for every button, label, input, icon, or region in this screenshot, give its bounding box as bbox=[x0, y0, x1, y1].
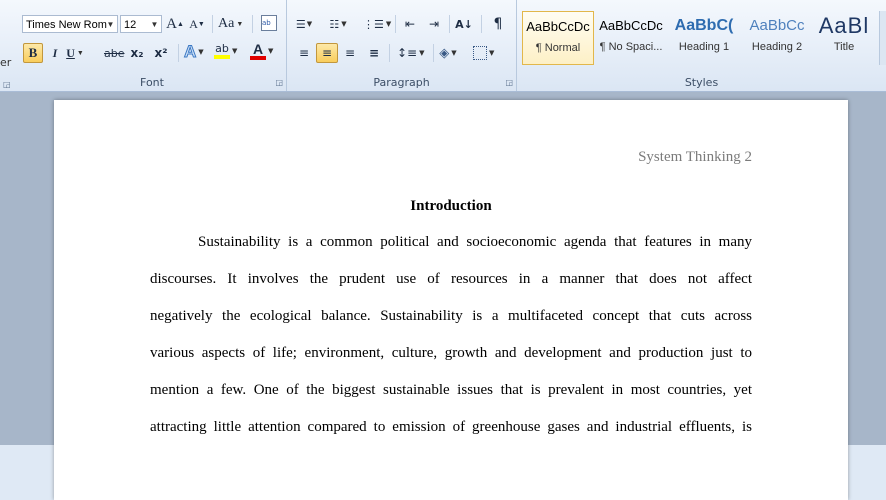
subscript-button[interactable]: x₂ bbox=[128, 43, 146, 63]
separator bbox=[212, 15, 213, 33]
align-center-button[interactable]: ≡ bbox=[316, 43, 338, 63]
style-preview: AaBbC( bbox=[674, 17, 734, 34]
paragraph-group: ☰ ▼ ☷ ▼ ⋮☰ ▼ ⇤ ⇥ A↓ ¶ ≡ ≡ ≡ ≡ ↕≡ ▼ ◈ ▼ ▼… bbox=[287, 0, 517, 91]
separator bbox=[433, 44, 434, 62]
document-heading: Introduction bbox=[410, 198, 492, 214]
style-name: ¶ No Spaci... bbox=[599, 41, 663, 53]
style-name: ¶ Normal bbox=[535, 42, 581, 54]
left-group-launcher[interactable]: ◲ bbox=[3, 80, 11, 89]
sort-button[interactable]: A↓ bbox=[455, 14, 473, 34]
numbered-list-icon: ☷ bbox=[329, 17, 340, 31]
separator bbox=[481, 15, 482, 33]
body-line: Sustainability is a common political and… bbox=[198, 234, 752, 250]
styles-scroll-strip[interactable] bbox=[879, 11, 886, 65]
text-effects-icon: A bbox=[183, 42, 197, 62]
chevron-down-icon[interactable]: ▼ bbox=[105, 16, 116, 34]
font-color-icon: A bbox=[252, 40, 264, 57]
grow-font-button[interactable]: A ▲ bbox=[166, 14, 184, 34]
font-size-value: 12 bbox=[124, 19, 137, 31]
highlight-button[interactable]: ab ▼ bbox=[214, 41, 237, 61]
font-name-value: Times New Rom bbox=[26, 19, 107, 31]
font-size-combo[interactable]: 12 ▼ bbox=[120, 15, 162, 33]
body-line: negatively the ecological balance. Susta… bbox=[150, 308, 752, 324]
text-effects-button[interactable]: A ▼ bbox=[183, 42, 203, 62]
style-no-spacing-tile[interactable]: AaBbCcDc ¶ No Spaci... bbox=[595, 11, 667, 65]
highlighter-icon: ab bbox=[215, 42, 229, 55]
superscript-button[interactable]: x² bbox=[152, 43, 170, 63]
increase-indent-button[interactable]: ⇥ bbox=[425, 14, 443, 34]
font-group: Times New Rom ▼ 12 ▼ A ▲ A ▼ Aa ▼ ab B I U ▼ bbox=[18, 0, 287, 91]
italic-button[interactable]: I bbox=[46, 43, 64, 63]
align-left-button[interactable]: ≡ bbox=[295, 43, 313, 63]
left-edge-label: er bbox=[0, 56, 12, 69]
ribbon: er ◲ Times New Rom ▼ 12 ▼ A ▲ A ▼ Aa ▼ ab B… bbox=[0, 0, 886, 92]
change-case-button[interactable]: Aa ▼ bbox=[218, 14, 243, 34]
style-title-tile[interactable]: AaBl Title bbox=[811, 11, 877, 65]
pilcrow-icon: ¶ bbox=[493, 16, 503, 32]
paint-bucket-icon: ◈ bbox=[439, 45, 450, 61]
font-color-button[interactable]: A ▼ bbox=[250, 41, 273, 61]
show-marks-button[interactable]: ¶ bbox=[489, 14, 507, 34]
bold-button[interactable]: B bbox=[23, 43, 43, 63]
borders-button[interactable]: ▼ bbox=[473, 43, 494, 63]
style-preview: AaBbCc bbox=[749, 17, 805, 34]
separator bbox=[252, 15, 253, 33]
decrease-indent-icon: ⇤ bbox=[404, 17, 416, 31]
clear-formatting-button[interactable]: ab bbox=[260, 13, 278, 33]
borders-icon bbox=[473, 46, 487, 60]
style-name: Title bbox=[833, 41, 855, 53]
separator bbox=[395, 15, 396, 33]
font-name-combo[interactable]: Times New Rom ▼ bbox=[22, 15, 118, 33]
bullet-list-icon: ☰ bbox=[295, 17, 306, 31]
strikethrough-button[interactable]: abe bbox=[104, 43, 125, 63]
numbering-button[interactable]: ☷ ▼ bbox=[329, 14, 347, 34]
style-heading-1-tile[interactable]: AaBbC( Heading 1 bbox=[668, 11, 740, 65]
style-normal-tile[interactable]: AaBbCcDc ¶ Normal bbox=[522, 11, 594, 65]
body-line: attracting little attention compared to … bbox=[150, 419, 752, 435]
justify-icon: ≡ bbox=[368, 46, 380, 60]
style-preview: AaBbCcDc bbox=[526, 19, 590, 34]
style-preview: AaBbCcDc bbox=[599, 18, 663, 33]
paragraph-dialog-launcher-icon[interactable]: ◲ bbox=[505, 78, 513, 87]
body-line: various aspects of life; environment, cu… bbox=[150, 345, 752, 361]
style-preview: AaBl bbox=[818, 13, 870, 38]
shading-button[interactable]: ◈ ▼ bbox=[439, 43, 457, 63]
decrease-indent-button[interactable]: ⇤ bbox=[401, 14, 419, 34]
body-line: mention a few. One of the biggest sustai… bbox=[150, 382, 752, 398]
bullets-button[interactable]: ☰ ▼ bbox=[295, 14, 313, 34]
line-spacing-icon: ↕≡ bbox=[397, 46, 418, 60]
clear-formatting-icon: ab bbox=[261, 15, 277, 31]
separator bbox=[449, 15, 450, 33]
style-name: Heading 2 bbox=[751, 41, 803, 53]
align-right-icon: ≡ bbox=[344, 46, 356, 60]
align-left-icon: ≡ bbox=[298, 46, 310, 60]
font-dialog-launcher-icon[interactable]: ◲ bbox=[275, 78, 283, 87]
font-group-label: Font bbox=[140, 76, 164, 89]
body-line: discourses. It involves the prudent use … bbox=[150, 271, 752, 287]
sort-icon: A↓ bbox=[455, 17, 473, 31]
increase-indent-icon: ⇥ bbox=[428, 17, 440, 31]
separator bbox=[389, 44, 390, 62]
separator bbox=[178, 44, 179, 62]
document-area: System Thinking 2 Introduction Sustainab… bbox=[0, 92, 886, 500]
underline-button[interactable]: U ▼ bbox=[66, 43, 84, 63]
font-color-bar bbox=[250, 55, 266, 60]
style-name: Heading 1 bbox=[678, 41, 730, 53]
styles-group-label: Styles bbox=[684, 76, 719, 89]
multilevel-list-icon: ⋮☰ bbox=[363, 17, 384, 31]
highlight-color-bar bbox=[214, 55, 230, 59]
justify-button[interactable]: ≡ bbox=[365, 43, 383, 63]
line-spacing-button[interactable]: ↕≡ ▼ bbox=[397, 43, 425, 63]
document-page[interactable]: System Thinking 2 Introduction Sustainab… bbox=[54, 100, 848, 500]
multilevel-list-button[interactable]: ⋮☰ ▼ bbox=[363, 14, 391, 34]
style-heading-2-tile[interactable]: AaBbCc Heading 2 bbox=[741, 11, 813, 65]
shrink-font-button[interactable]: A ▼ bbox=[188, 14, 206, 34]
page-header: System Thinking 2 bbox=[638, 149, 752, 165]
align-right-button[interactable]: ≡ bbox=[341, 43, 359, 63]
styles-group: AaBbCcDc ¶ Normal AaBbCcDc ¶ No Spaci...… bbox=[517, 0, 886, 91]
chevron-down-icon[interactable]: ▼ bbox=[149, 16, 160, 34]
paragraph-group-label: Paragraph bbox=[373, 76, 430, 89]
align-center-icon: ≡ bbox=[321, 46, 333, 60]
